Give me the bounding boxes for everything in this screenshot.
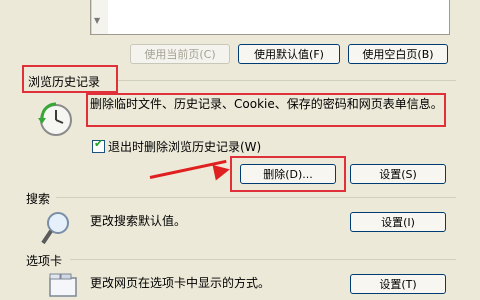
search-settings-button[interactable]: 设置(I) xyxy=(350,212,446,232)
use-blank-button[interactable]: 使用空白页(B) xyxy=(348,44,448,64)
homepage-textbox[interactable]: ▼ xyxy=(90,0,450,35)
history-description: 删除临时文件、历史记录、Cookie、保存的密码和网页表单信息。 xyxy=(90,97,443,111)
history-title-highlight: 浏览历史记录 xyxy=(22,65,118,93)
history-clock-icon xyxy=(38,102,72,136)
delete-history-button[interactable]: 删除(D)... xyxy=(240,164,336,184)
delete-on-exit-label[interactable]: 退出时删除浏览历史记录(W) xyxy=(108,138,261,155)
use-default-button[interactable]: 使用默认值(F) xyxy=(238,44,340,64)
history-settings-button[interactable]: 设置(S) xyxy=(350,164,446,184)
tabs-section-title: 选项卡 xyxy=(26,254,63,268)
annotation-arrow-icon xyxy=(212,161,232,181)
tabs-description: 更改网页在选项卡中显示的方式。 xyxy=(90,276,271,290)
search-section-title: 搜索 xyxy=(26,192,51,206)
use-current-button[interactable]: 使用当前页(C) xyxy=(130,44,230,64)
history-description-highlight: 删除临时文件、历史记录、Cookie、保存的密码和网页表单信息。 xyxy=(86,93,446,127)
history-divider xyxy=(118,80,456,81)
search-divider xyxy=(56,197,456,198)
history-section-title: 浏览历史记录 xyxy=(28,75,101,89)
search-description: 更改搜索默认值。 xyxy=(90,214,187,228)
checkmark-icon: ✔ xyxy=(94,137,104,150)
tabs-settings-button[interactable]: 设置(T) xyxy=(350,274,446,294)
tabs-divider xyxy=(70,259,456,260)
scroll-down-icon[interactable]: ▼ xyxy=(94,16,100,25)
homepage-scrollbar[interactable]: ▼ xyxy=(91,0,108,34)
tabs-window-icon xyxy=(49,273,77,297)
delete-on-exit-checkbox[interactable]: ✔ xyxy=(92,137,105,153)
magnifier-icon xyxy=(41,212,69,245)
